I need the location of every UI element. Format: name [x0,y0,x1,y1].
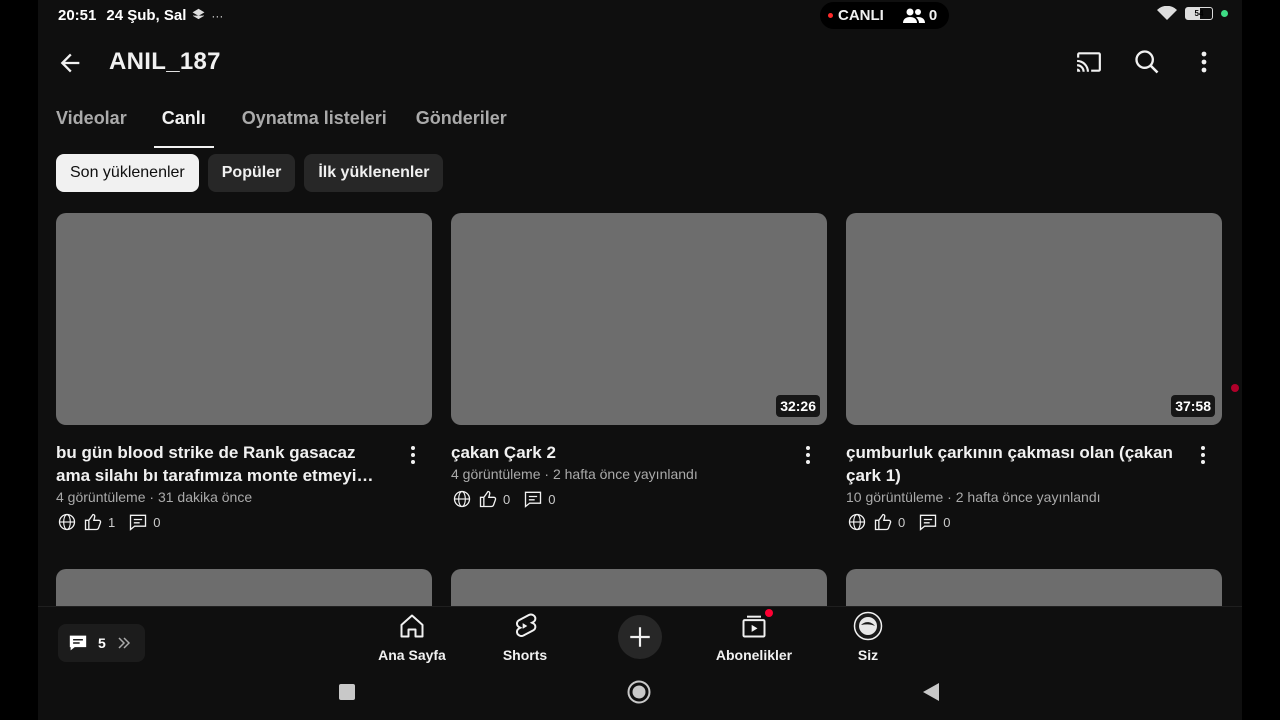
video-card[interactable]: 32:26 çakan Çark 2 4 görüntüleme · 2 haf… [451,213,827,510]
like-icon [477,488,499,510]
back-arrow-icon[interactable] [56,49,84,77]
tab-videolar[interactable]: Videolar [56,108,135,148]
live-indicator: CANLI 0 [820,2,950,29]
status-bar: 20:51 24 Şub, Sal ··· CANLI 0 54 [38,0,1242,32]
nav-home[interactable]: Ana Sayfa [362,611,462,663]
comment-icon [127,511,149,533]
nav-home-label: Ana Sayfa [378,647,446,663]
video-meta: 10 görüntüleme · 2 hafta önce yayınlandı [846,489,1101,505]
nav-you-label: Siz [857,647,879,663]
comment-count: 0 [943,514,951,530]
plus-icon [630,627,650,647]
globe-icon [451,488,473,510]
home-button[interactable] [627,680,651,704]
nav-subscriptions[interactable]: Abonelikler [704,609,804,663]
status-right: 54 [1157,6,1228,21]
recording-indicator-dot [1231,384,1239,392]
video-duration: 37:58 [1171,395,1215,417]
video-title[interactable]: çakan Çark 2 [451,441,781,464]
viewer-count: 0 [902,7,938,24]
layers-icon [192,8,205,24]
tab-posts[interactable]: Gönderiler [408,108,515,148]
viewer-count-value: 0 [928,7,938,24]
video-title[interactable]: bu gün blood strike de Rank gasacaz ama … [56,441,386,487]
nav-shorts[interactable]: Shorts [475,611,575,663]
video-thumbnail-peek[interactable] [56,569,432,609]
chip-latest[interactable]: Son yüklenenler [56,154,199,192]
tab-playlists[interactable]: Oynatma listeleri [234,108,395,148]
video-more-icon[interactable] [1196,443,1210,467]
system-navigation-bar [38,668,1242,720]
like-count: 0 [898,514,906,530]
bottom-navigation: Ana Sayfa Shorts Abonelikler Siz [38,606,1242,668]
globe-icon [846,511,868,533]
status-date: 24 Şub, Sal [106,7,187,24]
wifi-icon [1157,6,1177,20]
chip-popular[interactable]: Popüler [207,154,296,192]
nav-shorts-label: Shorts [502,647,548,663]
channel-tabs: Videolar Canlı Oynatma listeleri Gönderi… [56,108,515,148]
like-count: 0 [503,491,511,507]
video-stats: 0 0 [451,488,827,510]
privacy-dot [1221,10,1228,17]
notification-dot [765,609,773,617]
live-label: CANLI [838,7,884,24]
video-thumbnail[interactable]: 32:26 [451,213,827,425]
status-time: 20:51 [58,7,97,24]
like-icon [82,511,104,533]
nav-subscriptions-label: Abonelikler [715,647,793,663]
video-stats: 1 0 [56,511,432,533]
comment-icon [522,488,544,510]
recents-button[interactable] [335,680,359,704]
live-dot [828,13,833,18]
subscriptions-icon [739,609,773,641]
sort-chips: Son yüklenenler Popüler İlk yüklenenler [56,154,444,192]
cast-icon[interactable] [1073,48,1105,76]
chat-overlay-button[interactable]: 5 [58,624,145,662]
video-meta: 4 görüntüleme · 2 hafta önce yayınlandı [451,466,698,482]
video-card[interactable]: 37:58 çumburluk çarkının çakması olan (ç… [846,213,1222,533]
search-icon[interactable] [1131,48,1163,76]
video-card[interactable]: bu gün blood strike de Rank gasacaz ama … [56,213,432,533]
comment-count: 0 [153,514,161,530]
shorts-icon [510,611,540,641]
video-thumbnail[interactable]: 37:58 [846,213,1222,425]
like-count: 1 [108,514,116,530]
back-button[interactable] [919,680,943,704]
youtube-app-screen: 20:51 24 Şub, Sal ··· CANLI 0 54 ANIL_18… [38,0,1242,720]
video-stats: 0 0 [846,511,1222,533]
more-notifications-icon: ··· [211,8,224,23]
avatar-icon [853,611,883,641]
video-thumbnail[interactable] [56,213,432,425]
chat-count: 5 [98,635,106,651]
battery-level: 54 [1194,9,1204,18]
like-icon [872,511,894,533]
create-button[interactable] [618,615,662,659]
home-icon [397,611,427,641]
chat-icon [69,635,87,651]
chevrons-right-icon [118,637,130,649]
battery-icon: 54 [1185,7,1213,20]
status-left: 20:51 24 Şub, Sal ··· [58,7,223,24]
video-more-icon[interactable] [801,443,815,467]
nav-you[interactable]: Siz [818,611,918,663]
video-title[interactable]: çumburluk çarkının çakması olan (çakan ç… [846,441,1176,487]
more-vert-icon[interactable] [1188,48,1220,76]
video-thumbnail-peek[interactable] [846,569,1222,609]
comment-icon [917,511,939,533]
people-icon [902,8,925,23]
comment-count: 0 [548,491,556,507]
chip-oldest[interactable]: İlk yüklenenler [304,154,444,192]
video-thumbnail-peek[interactable] [451,569,827,609]
tab-canli[interactable]: Canlı [153,108,214,148]
top-app-bar: ANIL_187 [38,38,1242,86]
globe-icon [56,511,78,533]
video-duration: 32:26 [776,395,820,417]
channel-title: ANIL_187 [109,48,221,75]
video-more-icon[interactable] [406,443,420,467]
video-meta: 4 görüntüleme · 31 dakika önce [56,489,253,505]
